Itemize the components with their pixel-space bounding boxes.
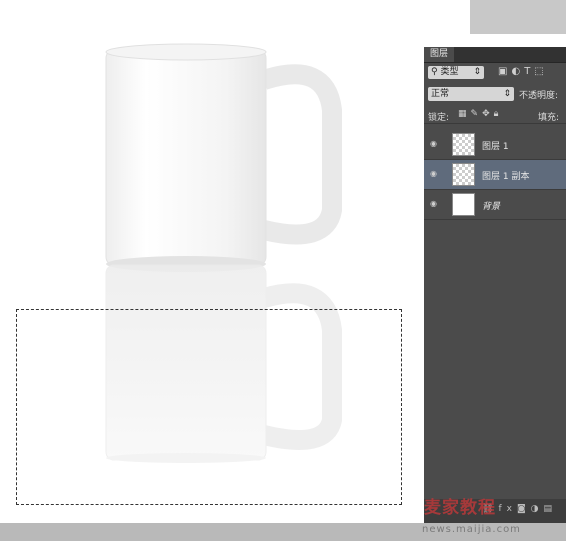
layer-thumbnail xyxy=(452,133,475,156)
fx-icon[interactable]: fx xyxy=(498,504,517,514)
image-filter-icon[interactable]: ▣ xyxy=(498,66,511,77)
dropdown-arrow-icon: ⇕ xyxy=(473,67,481,77)
layers-panel: 图层 ⚲ 类型 ⇕ ▣◐T⬚ 正常 ⇕ 不透明度: 锁定: ▦✎✥🔒︎ 填充: … xyxy=(424,47,566,523)
filter-type-label: 类型 xyxy=(440,67,459,77)
layer-thumbnail xyxy=(452,193,475,216)
shape-filter-icon[interactable]: ⬚ xyxy=(534,66,547,77)
lock-icons: ▦✎✥🔒︎ xyxy=(458,109,502,119)
blend-mode-value: 正常 xyxy=(431,89,450,99)
filter-type-select[interactable]: ⚲ 类型 ⇕ xyxy=(428,66,484,79)
panel-tabbar: 图层 xyxy=(424,47,566,63)
lock-transparency-icon[interactable]: ▦ xyxy=(458,109,471,119)
blend-mode-select[interactable]: 正常 ⇕ xyxy=(428,87,514,101)
text-filter-icon[interactable]: T xyxy=(524,66,534,77)
layer-filter-row: ⚲ 类型 ⇕ ▣◐T⬚ xyxy=(424,64,566,82)
search-icon: ⚲ xyxy=(431,67,438,77)
fill-label: 填充: xyxy=(538,113,560,123)
layer-row[interactable]: ◉ 背景 xyxy=(424,190,566,220)
visibility-eye-icon[interactable]: ◉ xyxy=(430,170,440,178)
visibility-eye-icon[interactable]: ◉ xyxy=(430,140,440,148)
lock-label: 锁定: xyxy=(428,113,450,123)
opacity-label: 不透明度: xyxy=(519,91,559,101)
adjustment-icon[interactable]: ◑ xyxy=(531,504,544,514)
filter-icons: ▣◐T⬚ xyxy=(498,66,548,77)
marquee-selection[interactable] xyxy=(16,309,402,505)
mask-icon[interactable]: ◙ xyxy=(517,504,531,514)
layer-list: ◉ 图层 1 ◉ 图层 1 副本 ◉ 背景 xyxy=(424,130,566,220)
lock-row: 锁定: ▦✎✥🔒︎ 填充: xyxy=(424,108,566,124)
watermark-brand: 麦家教程 xyxy=(424,498,496,518)
adjustment-filter-icon[interactable]: ◐ xyxy=(511,66,524,77)
lock-all-icon[interactable]: 🔒︎ xyxy=(494,109,503,119)
tab-layers[interactable]: 图层 xyxy=(424,47,455,62)
watermark-url: news.maijia.com xyxy=(422,524,521,535)
layer-name: 图层 1 副本 xyxy=(482,172,530,182)
new-layer-icon[interactable]: ▤ xyxy=(544,504,558,514)
blend-row: 正常 ⇕ 不透明度: xyxy=(424,86,566,103)
canvas-background-corner xyxy=(470,0,566,34)
layer-name: 背景 xyxy=(482,202,501,212)
layer-row-selected[interactable]: ◉ 图层 1 副本 xyxy=(424,160,566,190)
dropdown-arrow-icon: ⇕ xyxy=(503,89,511,99)
layer-thumbnail xyxy=(452,163,475,186)
layer-name: 图层 1 xyxy=(482,142,509,152)
layer-row[interactable]: ◉ 图层 1 xyxy=(424,130,566,160)
lock-position-icon[interactable]: ✥ xyxy=(482,109,494,119)
lock-brush-icon[interactable]: ✎ xyxy=(471,109,483,119)
visibility-eye-icon[interactable]: ◉ xyxy=(430,200,440,208)
